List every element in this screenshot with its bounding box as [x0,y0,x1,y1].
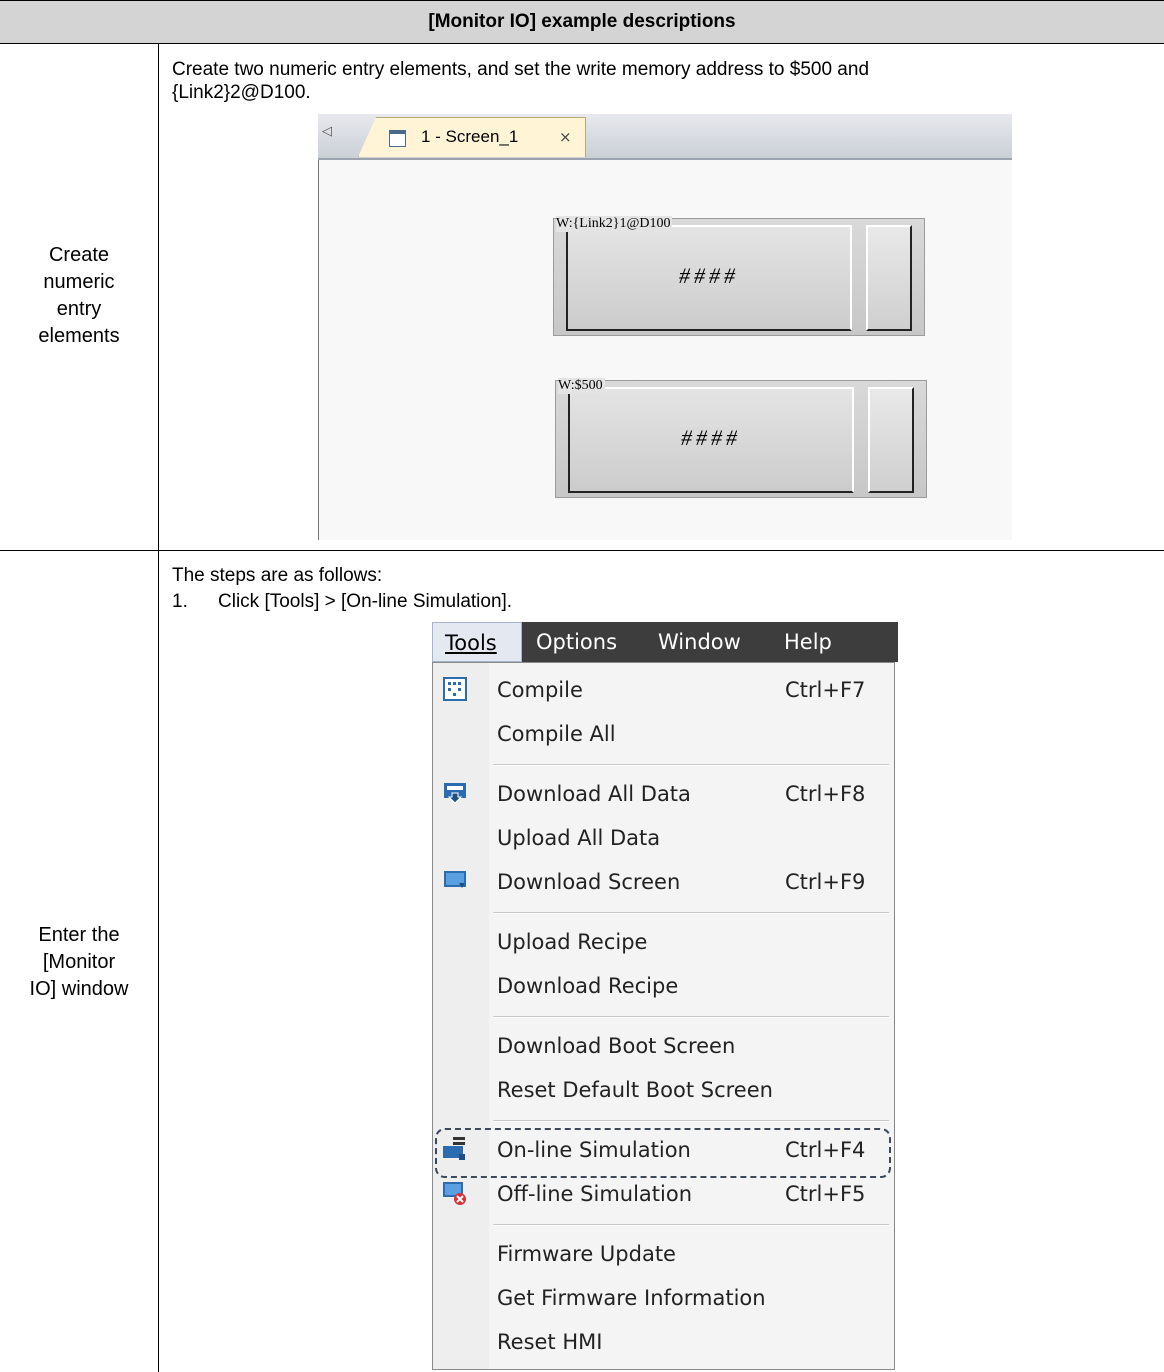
menu-item-get-firmware-information[interactable]: Get Firmware Information [497,1283,766,1313]
column-divider [158,44,159,1372]
tab-label: 1 - Screen_1 [421,127,519,146]
numeric-entry-button [866,225,912,331]
numeric-entry-display: #### [568,387,854,493]
numeric-entry-element[interactable]: #### W:$500 [555,378,927,498]
shortcut-offline-simulation: Ctrl+F5 [785,1182,866,1206]
menu-item-upload-all-data[interactable]: Upload All Data [497,823,660,853]
menu-options[interactable]: Options [536,622,617,662]
close-icon[interactable]: × [559,128,572,146]
screen-editor-screenshot: ◁ 1 - Screen_1 × #### W:{Link2}1@D100 ##… [318,114,1012,540]
highlight-box [435,1128,891,1178]
download-screen-icon [444,871,466,888]
screen-icon [389,130,406,147]
shortcut-download-screen: Ctrl+F9 [785,870,866,894]
menu-separator [493,764,889,766]
row1-label-line: elements [38,325,120,347]
numeric-entry-address: W:$500 [558,378,605,394]
menu-separator [493,1224,889,1226]
menu-window-label: Window [658,630,741,654]
menu-tools[interactable]: Tools [432,622,522,662]
menu-item-download-all-data[interactable]: Download All Data [497,779,691,809]
menu-separator [493,1120,889,1122]
download-all-icon [444,783,466,804]
row1-description-line: Create two numeric entry elements, and s… [172,59,870,80]
numeric-entry-element[interactable]: #### W:{Link2}1@D100 [553,216,925,336]
compile-icon [443,677,467,701]
row1-description: Create two numeric entry elements, and s… [172,58,869,104]
menu-item-download-boot-screen[interactable]: Download Boot Screen [497,1031,735,1061]
editor-tab-bar: ◁ 1 - Screen_1 × [318,114,1012,160]
menu-bar: Tools Options Window Help [432,622,898,662]
numeric-entry-value: #### [681,425,741,450]
numeric-entry-button [868,387,914,493]
menu-separator [493,912,889,914]
menu-window[interactable]: Window [658,622,741,662]
menu-help[interactable]: Help [784,622,832,662]
menu-item-firmware-update[interactable]: Firmware Update [497,1239,676,1269]
step-number: 1. [172,591,188,612]
menu-options-label: Options [536,630,618,654]
icon-column [433,663,489,1369]
menu-item-offline-simulation[interactable]: Off-line Simulation [497,1179,692,1209]
editor-canvas: #### W:{Link2}1@D100 #### W:$500 [318,160,1012,540]
menu-item-upload-recipe[interactable]: Upload Recipe [497,927,647,957]
table-header-title: [Monitor IO] example descriptions [428,11,736,32]
numeric-entry-value: #### [679,263,739,288]
row2-label-line: IO] window [29,978,129,1000]
row2-label-line: Enter the [38,924,120,946]
offline-simulation-icon [443,1182,466,1205]
row1-description-line: {Link2}2@D100. [172,82,311,103]
row1-label-line: Create [48,244,110,266]
numeric-entry-display: #### [566,225,852,331]
shortcut-download-all-data: Ctrl+F8 [785,782,866,806]
row2-label: Enter the [Monitor IO] window [0,922,158,1003]
menu-item-download-screen[interactable]: Download Screen [497,867,680,897]
tools-dropdown: Compile Ctrl+F7 Compile All Download All… [432,662,895,1370]
menu-item-reset-default-boot-screen[interactable]: Reset Default Boot Screen [497,1075,773,1105]
tools-menu-screenshot: Tools Options Window Help Compile Ctrl+F… [432,622,898,1370]
tab-screen-1[interactable]: 1 - Screen_1 × [358,117,586,157]
menu-item-reset-hmi[interactable]: Reset HMI [497,1327,602,1357]
menu-help-label: Help [784,630,832,654]
menu-separator [493,1016,889,1018]
menu-item-compile[interactable]: Compile [497,675,583,705]
step-text: Click [Tools] > [On-line Simulation]. [218,591,513,612]
row1-label: Create numeric entry elements [0,242,158,350]
shortcut-compile: Ctrl+F7 [785,678,866,702]
row-divider [0,550,1164,551]
scroll-left-icon[interactable]: ◁ [322,124,332,139]
numeric-entry-address: W:{Link2}1@D100 [556,216,673,232]
row1-label-line: numeric [43,271,115,293]
row2-label-line: [Monitor [42,951,116,973]
row2-intro: The steps are as follows: [172,565,383,586]
row1-label-line: entry [56,298,102,320]
menu-item-download-recipe[interactable]: Download Recipe [497,971,678,1001]
menu-item-compile-all[interactable]: Compile All [497,719,616,749]
menu-tools-label: Tools [445,631,497,655]
table-header: [Monitor IO] example descriptions [0,0,1164,44]
